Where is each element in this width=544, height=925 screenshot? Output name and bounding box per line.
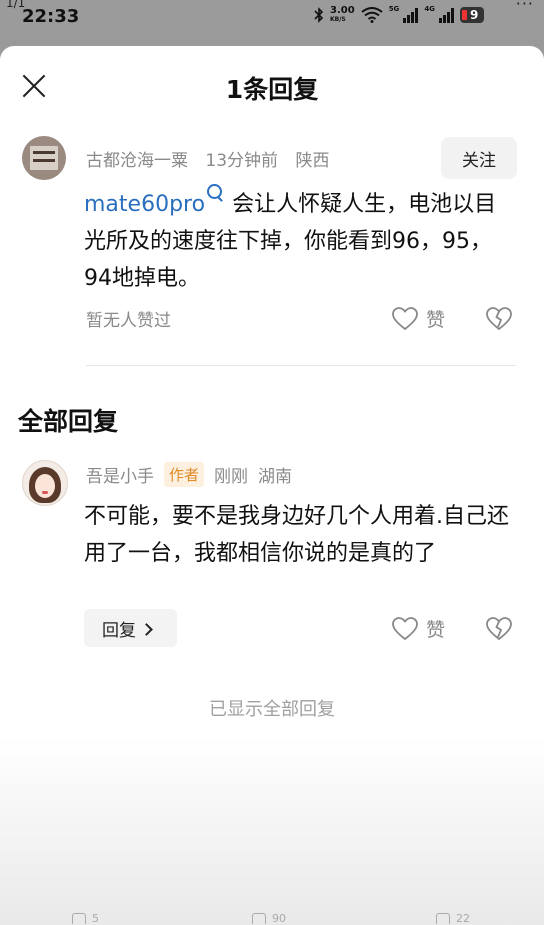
chevron-right-icon — [140, 622, 153, 636]
avatar[interactable] — [22, 136, 66, 180]
sim2-signal-icon — [438, 7, 454, 23]
username[interactable]: 古都沧海一粟 — [86, 151, 188, 171]
bottom-like-button[interactable]: 22 — [436, 912, 470, 925]
no-likes-text: 暂无人赞过 — [86, 311, 171, 331]
reply-button[interactable]: 回复 — [84, 609, 177, 647]
author-badge: 作者 — [164, 462, 205, 487]
battery-level: 9 — [469, 8, 479, 22]
share-count: 5 — [92, 912, 99, 925]
search-icon[interactable] — [207, 184, 223, 199]
reply-avatar[interactable] — [22, 460, 68, 506]
divider — [86, 365, 516, 366]
like-label: 赞 — [426, 309, 446, 331]
sim1-signal-icon — [403, 7, 419, 23]
network-speed: 3.00 KB/S — [330, 6, 355, 24]
reply-button-label: 回复 — [102, 620, 136, 641]
thumbs-up-icon — [436, 913, 450, 924]
comment-location: 陕西 — [295, 151, 330, 171]
comment-time: 13分钟前 — [205, 151, 279, 171]
reply-like-button[interactable]: 赞 — [392, 615, 445, 642]
bottom-like-count: 22 — [456, 912, 470, 925]
reply-username[interactable]: 吾是小手 — [86, 462, 154, 487]
bottom-action-bar: 5 90 22 — [0, 908, 544, 925]
bluetooth-icon — [314, 7, 324, 23]
share-button[interactable]: 5 — [72, 912, 99, 925]
reply-sheet: 1条回复 古都沧海一粟 13分钟前 陕西 关注 mate60pro 会让人怀疑人生… — [0, 46, 544, 925]
network-speed-value: 3.00 — [330, 5, 355, 16]
page-title: 1条回复 — [225, 75, 319, 104]
wifi-icon — [361, 7, 383, 23]
reply-text: 不可能，要不是我身边好几个人用着.自己还用了一台，我都相信你说的是真的了 — [84, 504, 509, 566]
status-icons: 3.00 KB/S 5G 4G 9 — [314, 5, 485, 24]
heart-icon — [392, 616, 418, 641]
reply-location: 湖南 — [258, 467, 293, 487]
battery-icon: 9 — [459, 7, 485, 23]
follow-button[interactable]: 关注 — [441, 137, 517, 179]
clock: 22:33 — [22, 6, 80, 27]
sim2-label: 4G — [424, 5, 435, 13]
comment-icon — [252, 913, 266, 924]
reply-dislike-broken-heart-icon[interactable] — [486, 617, 512, 641]
sim1-label: 5G — [388, 5, 400, 13]
network-speed-unit: KB/S — [330, 16, 346, 23]
status-bar: 1/1 22:33 3.00 KB/S 5G 4G 9 ··· — [0, 0, 544, 40]
comment-text: mate60pro 会让人怀疑人生，电池以目光所及的速度往下掉，你能看到96，95… — [84, 184, 514, 297]
heart-icon — [392, 306, 418, 331]
comment-meta: 古都沧海一粟 13分钟前 陕西 — [86, 146, 341, 171]
comment-button[interactable]: 90 — [252, 912, 286, 925]
like-button[interactable]: 赞 — [392, 305, 445, 332]
topic-link[interactable]: mate60pro — [84, 192, 205, 217]
share-icon — [72, 913, 86, 924]
reply-like-label: 赞 — [426, 619, 446, 641]
more-icon[interactable]: ··· — [516, 0, 534, 13]
reply-time: 刚刚 — [214, 467, 249, 487]
dislike-broken-heart-icon[interactable] — [486, 307, 512, 331]
comment-count: 90 — [272, 912, 286, 925]
reply-meta: 吾是小手 作者 刚刚 湖南 — [86, 462, 292, 487]
all-replies-heading: 全部回复 — [18, 407, 119, 436]
all-replies-shown-text: 已显示全部回复 — [209, 699, 335, 720]
